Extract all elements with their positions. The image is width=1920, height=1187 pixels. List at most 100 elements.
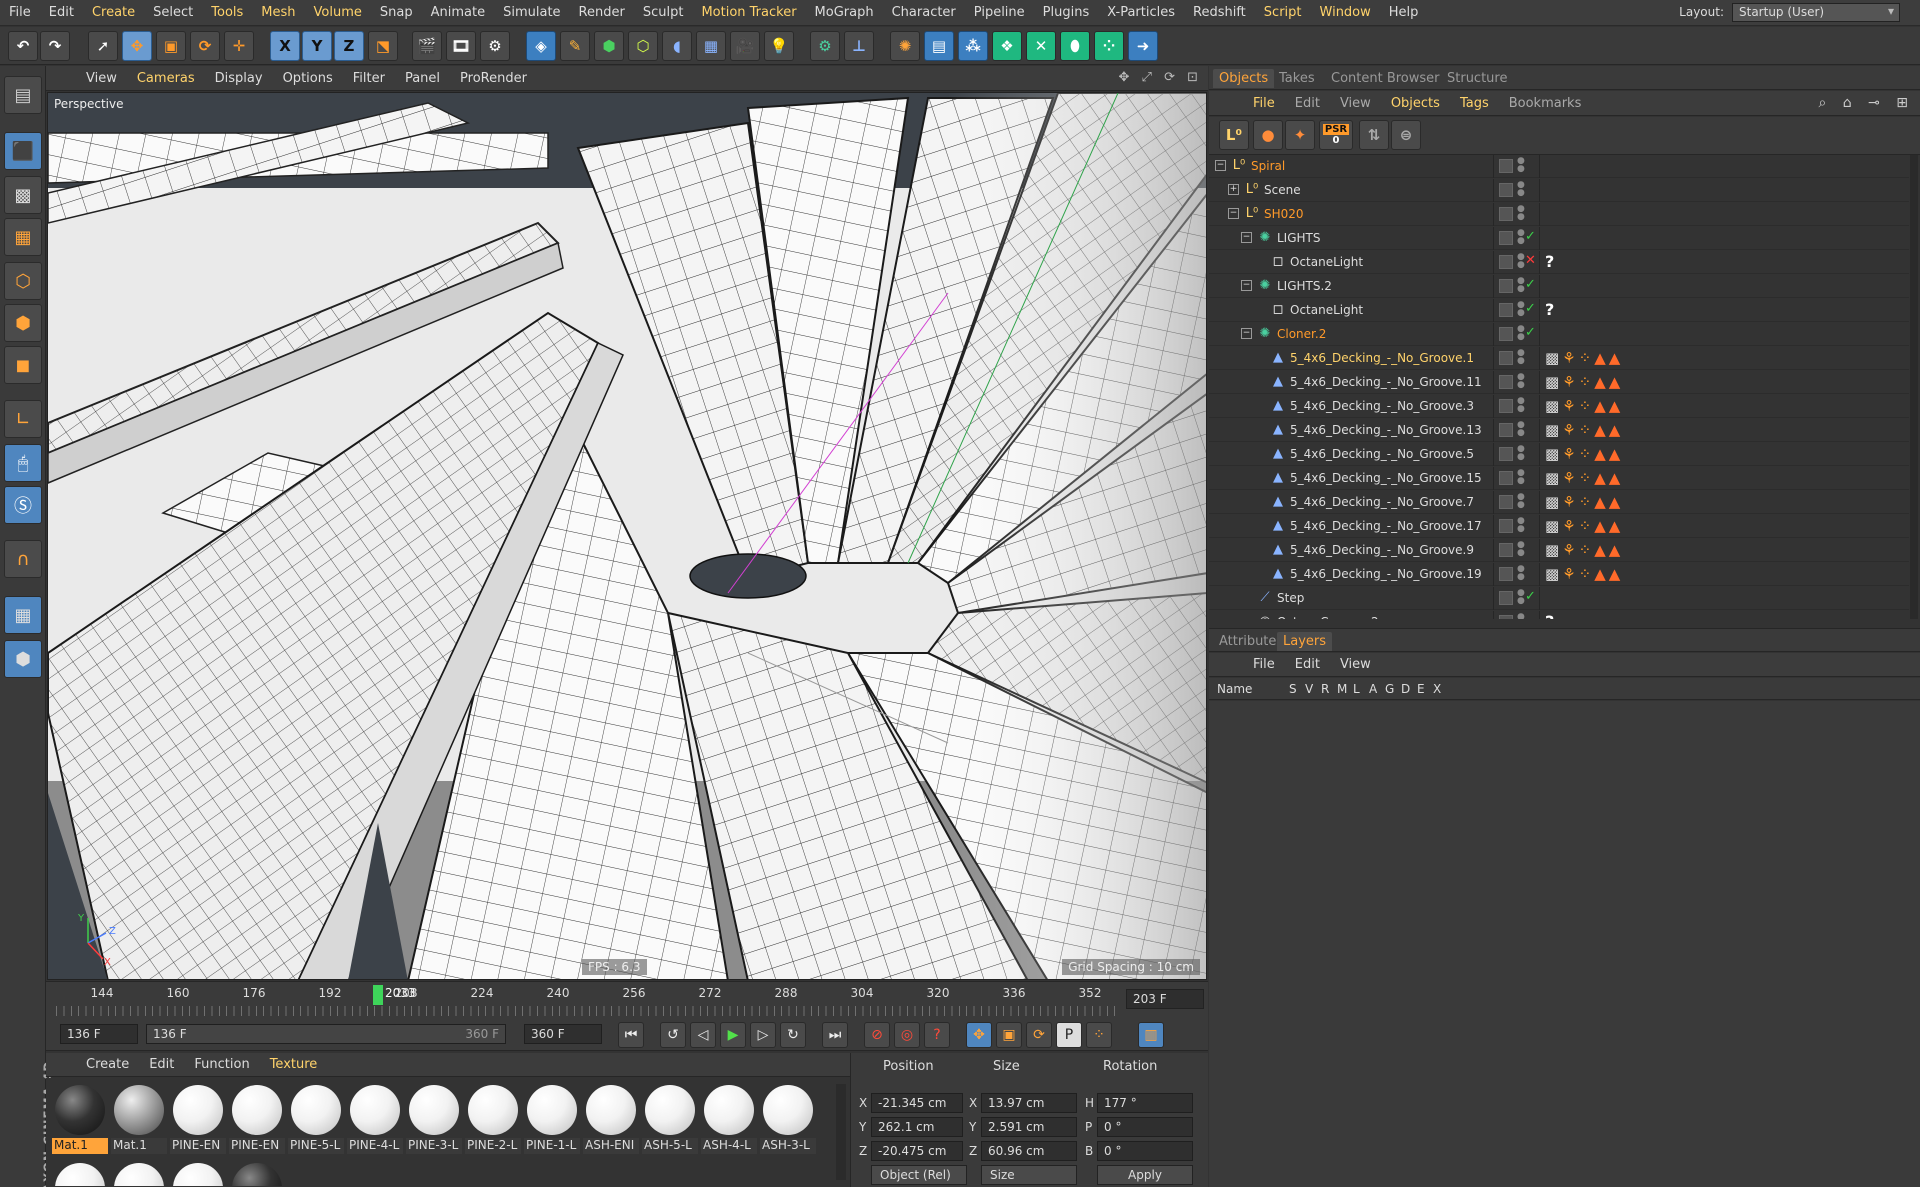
disabled-cross-icon[interactable]: ✕ bbox=[1525, 253, 1536, 268]
snap-magnet-icon[interactable]: ∩ bbox=[4, 540, 42, 578]
layers-menu-edit[interactable]: Edit bbox=[1285, 657, 1330, 672]
enabled-check-icon[interactable]: ✓ bbox=[1525, 589, 1536, 604]
visibility-toggle[interactable] bbox=[1499, 543, 1513, 557]
viewport-menu-view[interactable]: View bbox=[76, 71, 127, 86]
timeline-end-field[interactable]: 203 F bbox=[1126, 989, 1204, 1009]
psr-button[interactable]: PSR 0 bbox=[1319, 120, 1353, 150]
menu-animate[interactable]: Animate bbox=[422, 5, 494, 20]
object-tree-row[interactable]: + L⁰ Scene ● ● bbox=[1209, 179, 1909, 202]
scale-tool-icon[interactable]: ▣ bbox=[156, 31, 186, 61]
viewport-menu-display[interactable]: Display bbox=[205, 71, 273, 86]
object-menu-tags[interactable]: Tags bbox=[1450, 96, 1499, 111]
editor-render-dots[interactable]: ●● bbox=[1517, 445, 1525, 462]
size-x-field[interactable]: 13.97 cm bbox=[981, 1093, 1077, 1113]
tree-expander-icon[interactable]: − bbox=[1215, 160, 1226, 171]
next-frame-icon[interactable]: ▷ bbox=[750, 1022, 776, 1048]
lock-workplane-icon[interactable]: ▦ bbox=[4, 596, 42, 634]
phong-tag-icon[interactable]: ⚘ bbox=[1562, 469, 1578, 487]
menu-edit[interactable]: Edit bbox=[40, 5, 83, 20]
visibility-toggle[interactable] bbox=[1499, 375, 1513, 389]
live-select-icon[interactable]: ✛ bbox=[224, 31, 254, 61]
octane-live-viewer-icon[interactable]: ▤ bbox=[924, 31, 954, 61]
tab-structure[interactable]: Structure bbox=[1441, 69, 1513, 88]
object-tree-row[interactable]: ▲ 5_4x6_Decking_-_No_Groove.19 ● ● ▩⚘⁘▲▲ bbox=[1209, 563, 1909, 586]
menu-motion-tracker[interactable]: Motion Tracker bbox=[692, 5, 805, 20]
editor-render-dots[interactable]: ●● bbox=[1517, 421, 1525, 438]
object-menu-view[interactable]: View bbox=[1330, 96, 1381, 111]
editor-render-dots[interactable]: ●● bbox=[1517, 373, 1525, 390]
object-tree-row[interactable]: ◻ OctaneLight ✓ ● ●? bbox=[1209, 299, 1909, 322]
menu-mesh[interactable]: Mesh bbox=[252, 5, 304, 20]
tree-expander-icon[interactable]: − bbox=[1228, 208, 1239, 219]
undo-icon[interactable]: ↶ bbox=[8, 31, 38, 61]
unknown-tag-icon[interactable]: ? bbox=[1545, 252, 1554, 271]
phong-tag-icon[interactable]: ⚘ bbox=[1562, 493, 1578, 511]
menu-sculpt[interactable]: Sculpt bbox=[634, 5, 693, 20]
visibility-toggle[interactable] bbox=[1499, 423, 1513, 437]
texture-tag-icon[interactable]: ▩ bbox=[1545, 517, 1562, 535]
material-scrollbar[interactable] bbox=[836, 1084, 846, 1180]
apply-button[interactable]: Apply bbox=[1097, 1165, 1193, 1185]
visibility-toggle[interactable] bbox=[1499, 447, 1513, 461]
menu-redshift[interactable]: Redshift bbox=[1184, 5, 1255, 20]
workplane-icon[interactable]: ⊥ bbox=[844, 31, 874, 61]
play-icon[interactable]: ▶ bbox=[720, 1022, 746, 1048]
perspective-viewport[interactable]: Y Z X Perspective FPS : 6.3 Grid Spacing… bbox=[47, 92, 1207, 980]
material-swatch[interactable]: PINE-1-L bbox=[524, 1082, 580, 1156]
object-tree-row[interactable]: ◻ OctaneLight ✕ ● ●? bbox=[1209, 251, 1909, 274]
object-tree-row[interactable]: − L⁰ SH020 ● ● bbox=[1209, 203, 1909, 226]
editor-render-dots[interactable]: ●● bbox=[1517, 229, 1525, 246]
goto-start-icon[interactable]: ⏮ bbox=[618, 1022, 644, 1048]
hierarchy-filter-icon[interactable]: ✦ bbox=[1285, 120, 1315, 150]
uvw-tag-icon[interactable]: ⁘ bbox=[1579, 349, 1595, 367]
visibility-toggle[interactable] bbox=[1499, 159, 1513, 173]
deformer-icon[interactable]: ◖ bbox=[662, 31, 692, 61]
object-tree-row[interactable]: − ✺ LIGHTS.2 ✓ ● ● bbox=[1209, 275, 1909, 298]
texture-tag-icon[interactable]: ▩ bbox=[1545, 397, 1562, 415]
material-swatch[interactable]: PINE-3-L bbox=[406, 1082, 462, 1156]
menu-file[interactable]: File bbox=[0, 5, 40, 20]
editor-render-dots[interactable]: ●● bbox=[1517, 349, 1525, 366]
uvw-tag-icon[interactable]: ⁘ bbox=[1579, 397, 1595, 415]
texture-tag-icon[interactable]: ▩ bbox=[1545, 541, 1562, 559]
tree-expander-icon[interactable]: − bbox=[1241, 232, 1252, 243]
solo-mode-icon[interactable]: Ⓢ bbox=[4, 486, 42, 524]
phong-tag-icon[interactable]: ⚘ bbox=[1562, 421, 1578, 439]
object-tree-row[interactable]: ▲ 5_4x6_Decking_-_No_Groove.1 ● ● ▩⚘⁘▲▲ bbox=[1209, 347, 1909, 370]
uvw-tag-icon[interactable]: ⁘ bbox=[1579, 541, 1595, 559]
editor-render-dots[interactable]: ●● bbox=[1517, 517, 1525, 534]
rotation-b-field[interactable]: 0 ° bbox=[1097, 1141, 1193, 1161]
axis-z-toggle[interactable]: Z bbox=[334, 31, 364, 61]
sort-icon[interactable]: ⇅ bbox=[1359, 120, 1389, 150]
selection-tag-icon[interactable]: ▲ bbox=[1594, 445, 1609, 463]
material-swatch[interactable]: PINE-4-L bbox=[347, 1082, 403, 1156]
tab-content-browser[interactable]: Content Browser bbox=[1325, 69, 1446, 88]
object-manager-search-icons[interactable]: ⌕ ⌂ ⊸ ⊞ bbox=[1818, 95, 1914, 111]
selection-tag-icon[interactable]: ▲ bbox=[1609, 493, 1624, 511]
move-tool-icon[interactable]: ✥ bbox=[122, 31, 152, 61]
tab-takes[interactable]: Takes bbox=[1273, 69, 1321, 88]
menu-render[interactable]: Render bbox=[570, 5, 634, 20]
render-picture-viewer-icon[interactable]: 🎞 bbox=[446, 31, 476, 61]
uvw-tag-icon[interactable]: ⁘ bbox=[1579, 469, 1595, 487]
viewport-menu-options[interactable]: Options bbox=[273, 71, 343, 86]
subdivision-icon[interactable]: ⬢ bbox=[594, 31, 624, 61]
menu-plugins[interactable]: Plugins bbox=[1034, 5, 1099, 20]
points-mode-icon[interactable]: ⬡ bbox=[4, 262, 42, 300]
tree-expander-icon[interactable]: − bbox=[1241, 280, 1252, 291]
object-tags[interactable]: ▩⚘⁘▲▲ bbox=[1545, 565, 1623, 583]
camera-toolbar-icon[interactable]: 🎥 bbox=[730, 31, 760, 61]
editor-render-dots[interactable]: ●● bbox=[1517, 181, 1525, 198]
viewport-menu-filter[interactable]: Filter bbox=[343, 71, 395, 86]
selection-tag-icon[interactable]: ▲ bbox=[1594, 421, 1609, 439]
material-swatch[interactable]: Mat.1 bbox=[111, 1082, 167, 1156]
menu-script[interactable]: Script bbox=[1255, 5, 1311, 20]
object-tree-row[interactable]: − ✺ Cloner.2 ✓ ● ● bbox=[1209, 323, 1909, 346]
selection-tag-icon[interactable]: ▲ bbox=[1594, 397, 1609, 415]
material-swatch[interactable] bbox=[111, 1160, 167, 1186]
coordinate-mode-select[interactable]: Object (Rel) bbox=[871, 1165, 967, 1185]
selection-tag-icon[interactable]: ▲ bbox=[1594, 469, 1609, 487]
phong-tag-icon[interactable]: ⚘ bbox=[1562, 517, 1578, 535]
material-swatch[interactable] bbox=[170, 1160, 226, 1186]
selection-tag-icon[interactable]: ▲ bbox=[1609, 541, 1624, 559]
